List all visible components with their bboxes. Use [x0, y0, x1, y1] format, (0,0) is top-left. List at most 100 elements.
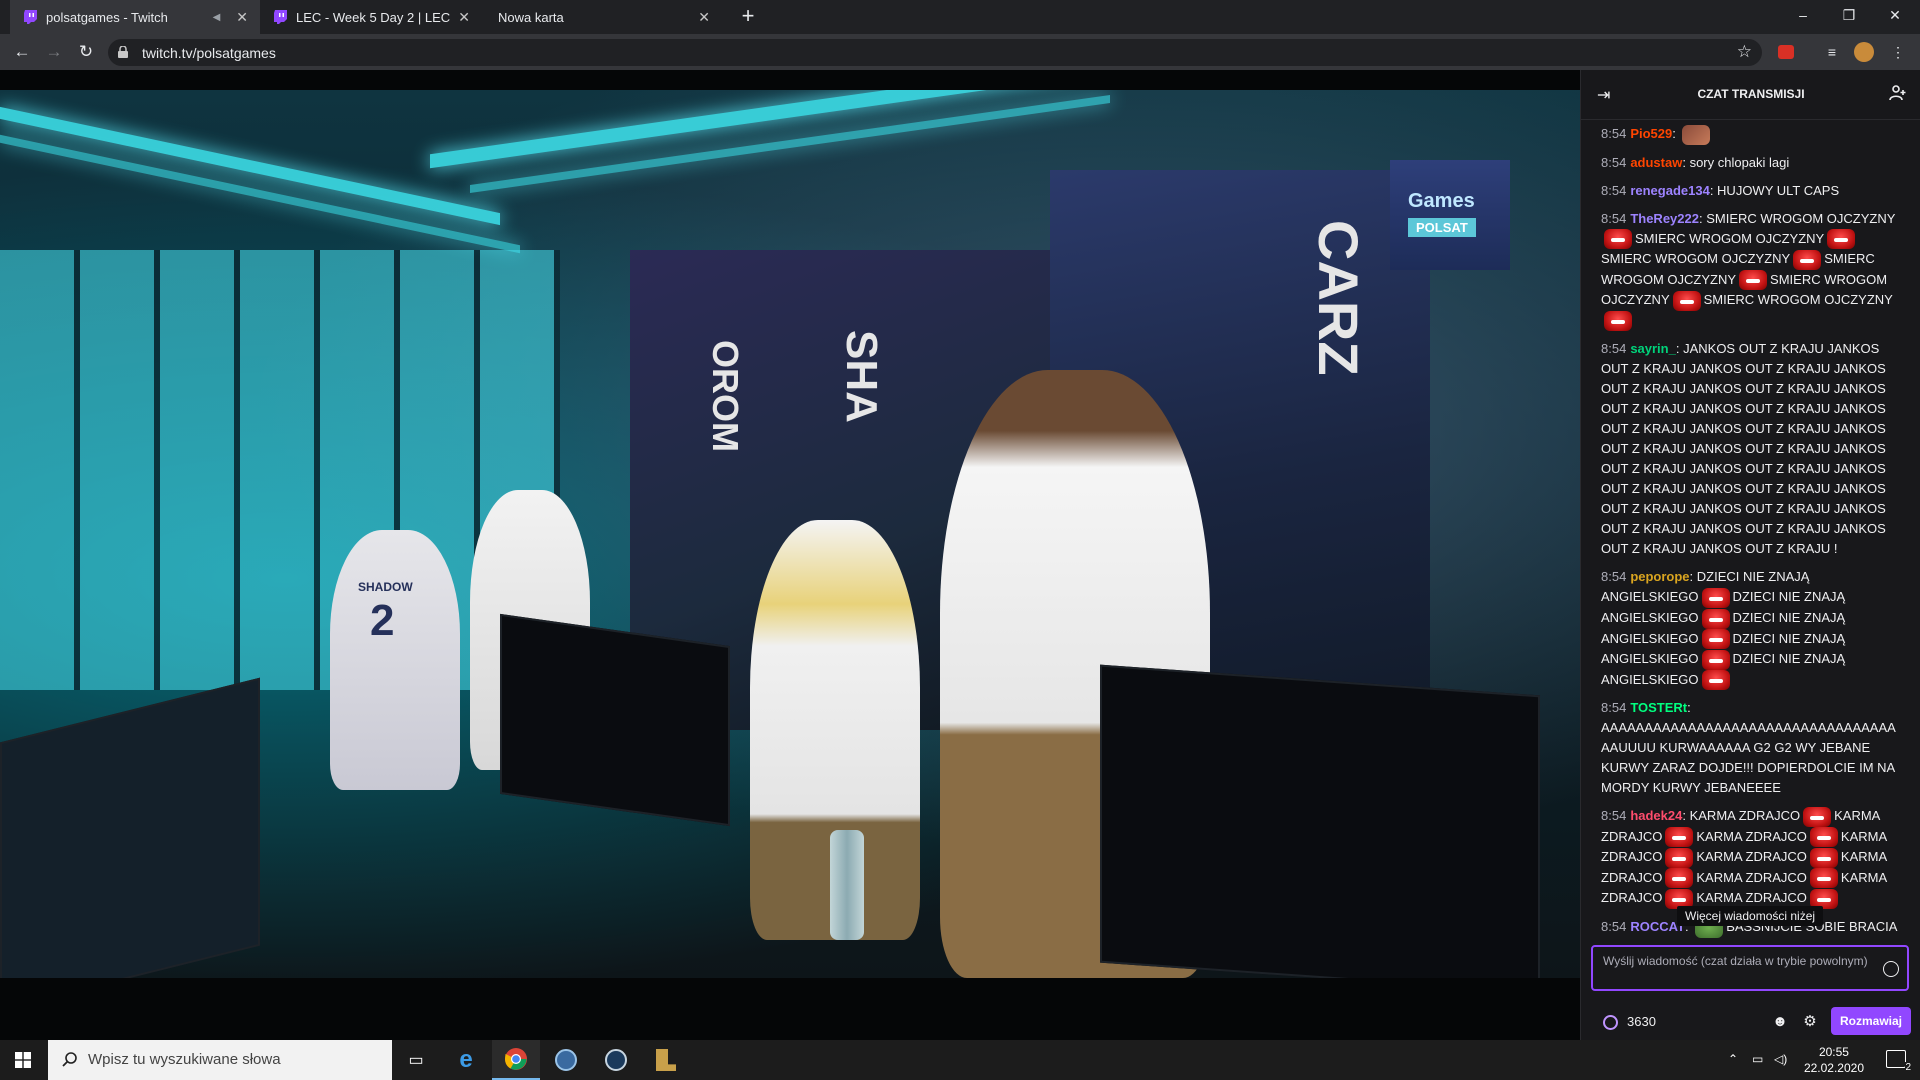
- bits-icon[interactable]: ☻: [1771, 1013, 1789, 1031]
- volume-icon[interactable]: ◁): [1774, 1052, 1787, 1066]
- chat-username[interactable]: TOSTERt: [1630, 700, 1687, 715]
- emote-icon[interactable]: [1665, 827, 1694, 848]
- emote-icon[interactable]: [1682, 124, 1711, 145]
- emote-picker-icon[interactable]: [1883, 961, 1899, 977]
- notifications-icon[interactable]: 2: [1886, 1050, 1911, 1073]
- app-icon[interactable]: [542, 1040, 590, 1080]
- close-tab-icon[interactable]: ✕: [458, 9, 470, 26]
- chat-username[interactable]: Pio529: [1630, 126, 1672, 141]
- users-icon[interactable]: [1889, 84, 1907, 102]
- restore-button[interactable]: ❐: [1826, 0, 1872, 30]
- emote-icon[interactable]: [1809, 827, 1838, 848]
- emote-icon[interactable]: [1701, 649, 1730, 670]
- media-control-icon[interactable]: ≡: [1822, 42, 1842, 62]
- chat-input[interactable]: Wyślij wiadomość (czat działa w trybie p…: [1591, 945, 1909, 991]
- windows-icon: [15, 1052, 31, 1068]
- stream-frame: Games POLSAT OROM SHA CARZ SHADOW 2: [0, 90, 1580, 978]
- chat-username[interactable]: renegade134: [1630, 183, 1710, 198]
- stage-light: [430, 90, 1130, 169]
- tab-title: LEC - Week 5 Day 2 | LEC Spring: [296, 9, 452, 25]
- tray-chevron-icon[interactable]: ⌃: [1728, 1052, 1738, 1066]
- chat-message-text: SMIERC WROGOM OJCZYZNY: [1706, 210, 1896, 226]
- minimize-button[interactable]: –: [1780, 0, 1826, 30]
- emote-icon[interactable]: [1701, 670, 1730, 691]
- chat-message-text: KARMA ZDRAJCO: [1696, 869, 1807, 885]
- player-figure: SHADOW 2: [330, 530, 460, 790]
- reload-icon[interactable]: ↻: [74, 40, 98, 64]
- task-view-icon[interactable]: ▭: [392, 1040, 440, 1080]
- chat-header: ⇥ CZAT TRANSMISJI: [1581, 70, 1920, 120]
- taskbar-search[interactable]: Wpisz tu wyszukiwane słowa: [48, 1040, 392, 1080]
- close-tab-icon[interactable]: ✕: [698, 9, 710, 26]
- chat-message-text: AAAAAAAAAAAAAAAAAAAAAAAAAAAAAAAAAAAAUUUU…: [1601, 720, 1896, 796]
- network-icon[interactable]: ▭: [1752, 1052, 1763, 1066]
- emote-icon[interactable]: [1803, 806, 1832, 827]
- jersey-number: 2: [370, 596, 395, 645]
- channel-points-count[interactable]: 3630: [1627, 1014, 1656, 1029]
- close-window-button[interactable]: ✕: [1872, 0, 1918, 30]
- chat-timestamp: 8:54: [1601, 341, 1627, 357]
- speaker-muted-icon[interactable]: ◀: [213, 12, 221, 23]
- banner-text: SHA: [837, 330, 886, 423]
- chat-message: 8:54 Pio529:: [1581, 120, 1920, 149]
- emote-icon[interactable]: [1809, 847, 1838, 868]
- banner-text: OROM: [705, 340, 746, 452]
- emote-icon[interactable]: [1793, 249, 1822, 270]
- chat-timestamp: 8:54: [1601, 126, 1627, 141]
- league-client-icon[interactable]: [642, 1040, 690, 1080]
- browser-toolbar: ← → ↻ twitch.tv/polsatgames ☆ ≡ ⋮: [0, 34, 1920, 70]
- chat-username[interactable]: TheRey222: [1630, 211, 1699, 226]
- tab-new[interactable]: Nowa karta ✕: [486, 0, 722, 34]
- more-messages-tooltip[interactable]: Więcej wiadomości niżej: [1677, 906, 1824, 926]
- emote-icon[interactable]: [1701, 629, 1730, 650]
- logo-subtext: POLSAT: [1408, 218, 1476, 237]
- tab-lec[interactable]: LEC - Week 5 Day 2 | LEC Spring ✕: [260, 0, 482, 34]
- start-button[interactable]: [0, 1040, 48, 1080]
- chat-timestamp: 8:54: [1601, 182, 1627, 198]
- tab-polsatgames[interactable]: polsatgames - Twitch ◀ ✕: [10, 0, 260, 34]
- chat-message: 8:54 hadek24: KARMA ZDRAJCO KARMA ZDRAJCO K…: [1581, 802, 1920, 913]
- address-bar[interactable]: twitch.tv/polsatgames ☆: [108, 39, 1762, 66]
- emote-icon[interactable]: [1701, 587, 1730, 608]
- chat-message-list[interactable]: 8:54 Pio529: 8:54 adustaw: sory chlopaki l…: [1581, 120, 1920, 942]
- edge-icon[interactable]: e: [442, 1040, 490, 1080]
- emote-icon[interactable]: [1672, 290, 1701, 311]
- chat-message: 8:54 peporope: DZIECI NIE ZNAJĄ ANGIELSKI…: [1581, 563, 1920, 694]
- emote-icon[interactable]: [1809, 868, 1838, 889]
- system-tray: ⌃ ▭ ◁) 20:55 22.02.2020 2: [1720, 1040, 1920, 1080]
- menu-dots-icon[interactable]: ⋮: [1888, 42, 1908, 62]
- close-tab-icon[interactable]: ✕: [236, 9, 248, 26]
- channel-points-icon[interactable]: [1603, 1015, 1618, 1030]
- emote-icon[interactable]: [1665, 868, 1694, 889]
- monitor: [500, 613, 730, 827]
- browser-tab-strip: polsatgames - Twitch ◀ ✕ LEC - Week 5 Da…: [0, 0, 1920, 34]
- chat-message-text: KARMA ZDRAJCO: [1689, 808, 1801, 824]
- chat-send-button[interactable]: Rozmawiaj: [1831, 1007, 1911, 1035]
- emote-icon[interactable]: [1739, 270, 1768, 291]
- clock[interactable]: 20:55 22.02.2020: [1804, 1044, 1864, 1076]
- steam-icon[interactable]: [592, 1040, 640, 1080]
- back-icon[interactable]: ←: [10, 40, 34, 64]
- chat-username[interactable]: sayrin_: [1630, 341, 1676, 356]
- emote-icon[interactable]: [1827, 229, 1856, 250]
- chat-username[interactable]: adustaw: [1630, 155, 1682, 170]
- gear-icon[interactable]: ⚙: [1801, 1013, 1819, 1031]
- twitch-icon: [272, 9, 288, 25]
- taskbar-search-placeholder: Wpisz tu wyszukiwane słowa: [88, 1051, 281, 1068]
- forward-icon[interactable]: →: [42, 40, 66, 64]
- emote-icon[interactable]: [1701, 608, 1730, 629]
- chat-username[interactable]: peporope: [1630, 569, 1689, 584]
- chat-input-placeholder: Wyślij wiadomość (czat działa w trybie p…: [1603, 954, 1868, 968]
- chrome-icon[interactable]: [492, 1040, 540, 1080]
- chat-timestamp: 8:54: [1601, 210, 1627, 226]
- emote-icon[interactable]: [1604, 311, 1632, 332]
- video-player[interactable]: Games POLSAT OROM SHA CARZ SHADOW 2: [0, 70, 1580, 1040]
- emote-icon[interactable]: [1604, 229, 1632, 250]
- chat-username[interactable]: hadek24: [1630, 808, 1682, 823]
- chat-message: 8:54 TOSTERt: AAAAAAAAAAAAAAAAAAAAAAAAAAA…: [1601, 700, 1896, 796]
- profile-avatar[interactable]: [1854, 42, 1874, 62]
- emote-icon[interactable]: [1665, 847, 1694, 868]
- new-tab-button[interactable]: +: [735, 3, 761, 31]
- extension-icon[interactable]: [1778, 45, 1794, 59]
- bookmark-star-icon[interactable]: ☆: [1737, 42, 1752, 62]
